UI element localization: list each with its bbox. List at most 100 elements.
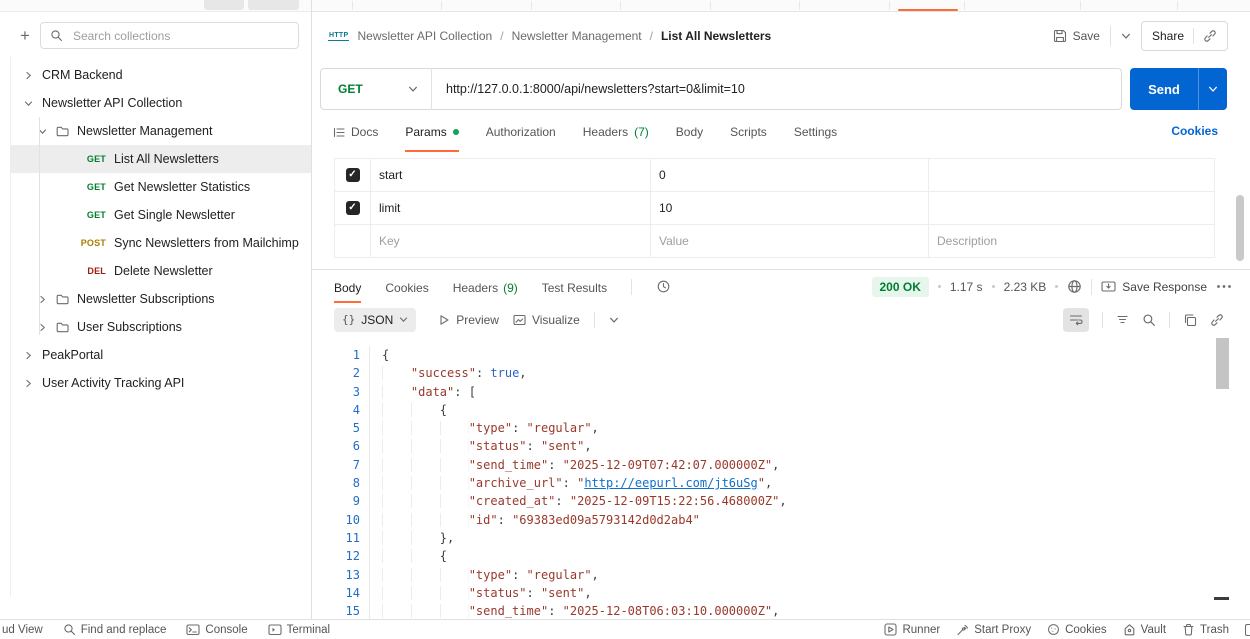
visualize-button[interactable]: Visualize xyxy=(513,313,580,327)
tab-scripts[interactable]: Scripts xyxy=(730,110,767,152)
sidebar-item-get-single-newsletter[interactable]: GET Get Single Newsletter xyxy=(10,201,311,229)
response-tab-headers[interactable]: Headers (9) xyxy=(453,270,518,303)
param-key[interactable]: limit xyxy=(371,192,651,224)
sidebar-item-crm-backend[interactable]: CRM Backend xyxy=(10,61,311,89)
sidebar-item-delete-newsletter[interactable]: DEL Delete Newsletter xyxy=(10,257,311,285)
more-views-chevron-icon[interactable] xyxy=(609,315,619,325)
param-value-placeholder[interactable]: Value xyxy=(651,225,929,257)
cropped-statusbar-icon[interactable] xyxy=(1245,623,1250,636)
tab-settings[interactable]: Settings xyxy=(794,110,837,152)
network-globe-icon[interactable] xyxy=(1067,279,1082,294)
collections-search[interactable] xyxy=(39,22,299,49)
search-input[interactable] xyxy=(70,27,289,44)
chevron-right-icon[interactable] xyxy=(24,351,34,360)
sidebar-item-sync-newsletters-from-mailchimp[interactable]: POST Sync Newsletters from Mailchimp xyxy=(10,229,311,257)
response-size[interactable]: 2.23 KB xyxy=(1004,280,1047,294)
search-icon xyxy=(51,30,62,42)
breadcrumb-collection[interactable]: Newsletter API Collection xyxy=(357,29,492,43)
share-button[interactable]: Share xyxy=(1140,21,1228,51)
vault-icon xyxy=(1124,624,1135,636)
more-actions-icon[interactable] xyxy=(1216,284,1232,289)
response-tab-cookies[interactable]: Cookies xyxy=(385,270,428,303)
collections-tree: CRM Backend Newsletter API Collection News… xyxy=(0,57,311,597)
breadcrumb-folder[interactable]: Newsletter Management xyxy=(512,29,642,43)
format-selector[interactable]: {} JSON xyxy=(334,307,417,332)
tab-headers[interactable]: Headers (7) xyxy=(583,110,649,152)
tab-authorization[interactable]: Authorization xyxy=(486,110,556,152)
sidebar-item-user-activity-tracking-api[interactable]: User Activity Tracking API xyxy=(10,369,311,397)
param-description[interactable] xyxy=(929,192,1215,224)
param-key-placeholder[interactable]: Key xyxy=(371,225,651,257)
active-tab-underline xyxy=(898,9,958,11)
start-proxy-button[interactable]: Start Proxy xyxy=(956,623,1031,636)
tab-body[interactable]: Body xyxy=(676,110,703,152)
runner-button[interactable]: Runner xyxy=(884,623,940,636)
save-response-button[interactable]: Save Response xyxy=(1101,280,1207,294)
line-number: 11 xyxy=(345,530,360,545)
cookies-link[interactable]: Cookies xyxy=(1171,124,1218,138)
sidebar-item-newsletter-subscriptions[interactable]: Newsletter Subscriptions xyxy=(10,285,311,313)
cropped-button[interactable] xyxy=(248,0,299,10)
response-code[interactable]: 1{2 "success": true, 3 "data": [4 {5 "typ… xyxy=(312,336,1250,619)
param-checkbox[interactable]: ✓ xyxy=(345,168,360,182)
sidebar-item-list-all-newsletters[interactable]: GET List All Newsletters xyxy=(10,145,311,173)
chevron-down-icon[interactable] xyxy=(24,99,34,108)
tab-params[interactable]: Params xyxy=(405,110,459,152)
chevron-right-icon[interactable] xyxy=(24,71,34,80)
url-input[interactable] xyxy=(432,82,1121,96)
code-line: 10 "id": "69383ed09a5793142d0d2ab4" xyxy=(312,510,1250,529)
status-badge[interactable]: 200 OK xyxy=(871,276,929,297)
param-checkbox[interactable]: ✓ xyxy=(345,201,360,215)
tab-docs[interactable]: Docs xyxy=(333,110,378,152)
sidebar-item-label: User Activity Tracking API xyxy=(42,376,185,390)
param-description-placeholder[interactable]: Description xyxy=(929,225,1215,257)
link-icon[interactable] xyxy=(1210,313,1224,327)
response-tab-test-results[interactable]: Test Results xyxy=(542,270,607,303)
params-scrollbar[interactable] xyxy=(1236,195,1244,261)
folder-icon xyxy=(56,322,69,333)
search-response-icon[interactable] xyxy=(1142,313,1156,327)
preview-button[interactable]: Preview xyxy=(438,313,499,327)
code-link[interactable]: http://eepurl.com/jt6uSg xyxy=(584,476,757,490)
code-line: 1{ xyxy=(312,346,1250,365)
method-badge: GET xyxy=(86,210,106,220)
chevron-right-icon[interactable] xyxy=(24,379,34,388)
console-icon xyxy=(186,624,200,636)
trash-button[interactable]: Trash xyxy=(1182,623,1229,636)
response-time[interactable]: 1.17 s xyxy=(950,280,983,294)
code-line: 11 }, xyxy=(312,528,1250,548)
sidebar-item-peakportal[interactable]: PeakPortal xyxy=(10,341,311,369)
wrap-text-button[interactable] xyxy=(1063,307,1089,332)
filter-icon[interactable] xyxy=(1116,313,1129,326)
param-key[interactable]: start xyxy=(371,159,651,191)
sidebar-item-user-subscriptions[interactable]: User Subscriptions xyxy=(10,313,311,341)
search-icon xyxy=(64,624,75,636)
vault-button[interactable]: Vault xyxy=(1123,623,1166,636)
method-badge: GET xyxy=(86,182,106,192)
method-selector[interactable]: GET xyxy=(321,82,431,96)
new-collection-button[interactable]: + xyxy=(20,27,30,44)
param-value[interactable]: 0 xyxy=(651,159,929,191)
response-tab-body[interactable]: Body xyxy=(334,270,362,303)
copy-icon[interactable] xyxy=(1183,313,1197,327)
sidebar-item-get-newsletter-statistics[interactable]: GET Get Newsletter Statistics xyxy=(10,173,311,201)
console-button[interactable]: Console xyxy=(186,623,248,636)
save-button[interactable]: Save xyxy=(1053,29,1100,43)
save-options-chevron-icon[interactable] xyxy=(1121,31,1131,41)
http-request-icon: HTTP xyxy=(328,32,350,41)
response-scrollbar[interactable] xyxy=(1216,338,1229,389)
param-description[interactable] xyxy=(929,159,1215,191)
param-value[interactable]: 10 xyxy=(651,192,929,224)
find-and-replace-button[interactable]: Find and replace xyxy=(63,623,166,636)
sidebar-item-label: Newsletter Management xyxy=(77,124,213,138)
cropped-button[interactable] xyxy=(204,0,244,10)
send-options-chevron-icon[interactable] xyxy=(1198,68,1227,110)
copy-link-icon[interactable] xyxy=(1203,29,1217,43)
sidebar-item-newsletter-api-collection[interactable]: Newsletter API Collection xyxy=(10,89,311,117)
cloud-view-item-cropped[interactable]: ud View xyxy=(2,624,43,636)
history-icon[interactable] xyxy=(656,279,671,294)
terminal-button[interactable]: Terminal xyxy=(268,623,330,636)
sidebar-item-newsletter-management[interactable]: Newsletter Management xyxy=(10,117,311,145)
send-button[interactable]: Send xyxy=(1130,68,1227,110)
cookies-button[interactable]: Cookies xyxy=(1047,623,1107,636)
